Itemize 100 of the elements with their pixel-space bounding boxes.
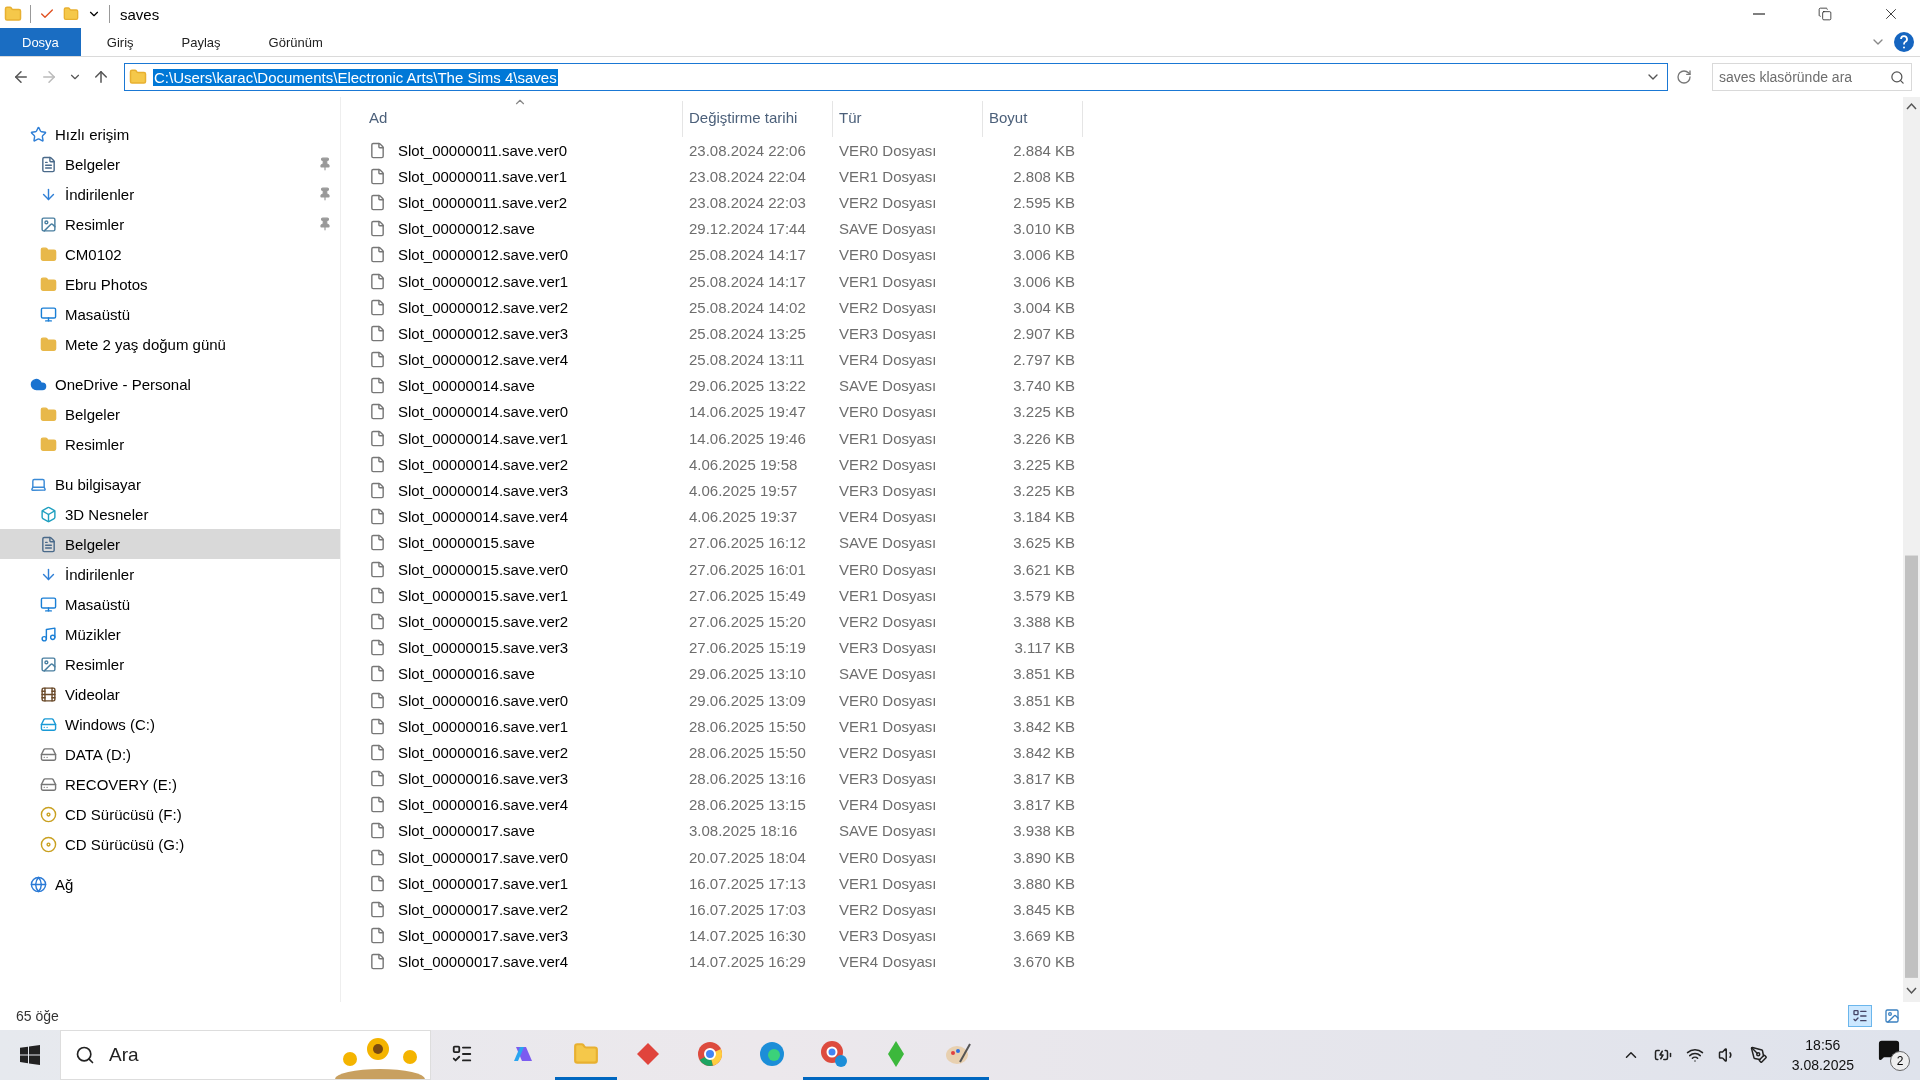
column-header[interactable]: Tür: [833, 101, 983, 137]
file-name[interactable]: Slot_00000012.save.ver0: [392, 246, 569, 264]
sidebar-item[interactable]: Müzikler: [0, 619, 340, 649]
file-name[interactable]: Slot_00000016.save.ver0: [392, 691, 569, 709]
file-icon: [369, 429, 386, 447]
sidebar-item[interactable]: İndirilenler: [0, 559, 340, 589]
file-name[interactable]: Slot_00000011.save.ver2: [392, 193, 567, 211]
file-name[interactable]: Slot_00000017.save.ver1: [392, 874, 569, 892]
sidebar-item[interactable]: Mete 2 yaş doğum günü: [0, 329, 340, 359]
table-cell-text: 16.07.2025 17:13: [688, 874, 807, 892]
file-name[interactable]: Slot_00000014.save.ver2: [392, 455, 569, 473]
table-cell-text: 14.07.2025 16:29: [688, 953, 807, 971]
sidebar-item[interactable]: Hızlı erişim: [0, 119, 340, 149]
ribbon-tab[interactable]: Giriş: [84, 28, 156, 56]
file-name[interactable]: Slot_00000017.save.ver2: [392, 901, 569, 919]
sidebar-item[interactable]: Ağ: [0, 869, 340, 899]
window-title: saves: [120, 5, 160, 23]
column-header[interactable]: Değiştirme tarihi: [683, 101, 833, 137]
table-cell-text: 3.006 KB: [1012, 272, 1076, 290]
taskbar-search-field[interactable]: Ara: [60, 1030, 431, 1080]
table-cell-text: SAVE Dosyası: [838, 665, 938, 683]
file-name[interactable]: Slot_00000015.save.ver0: [392, 560, 569, 578]
clock[interactable]: 18:56 3.08.2025: [1781, 1035, 1864, 1075]
sidebar-item[interactable]: CM0102: [0, 239, 340, 269]
scrollbar[interactable]: [1903, 97, 1920, 1002]
file-name[interactable]: Slot_00000014.save.ver3: [392, 482, 569, 500]
wifi-icon[interactable]: [1685, 1046, 1704, 1064]
file-name[interactable]: Slot_00000014.save.ver1: [392, 429, 569, 447]
file-name[interactable]: Slot_00000012.save.ver1: [392, 272, 569, 290]
details-view-button[interactable]: [1848, 1005, 1872, 1027]
sidebar-item[interactable]: OneDrive - Personal: [0, 369, 340, 399]
help-icon[interactable]: [1894, 32, 1914, 52]
sidebar-item[interactable]: Belgeler: [0, 149, 340, 179]
table-cell-text: 3.669 KB: [1012, 927, 1076, 945]
ribbon-tab[interactable]: Görünüm: [246, 28, 345, 56]
file-name[interactable]: Slot_00000016.save.ver3: [392, 770, 569, 788]
file-name[interactable]: Slot_00000016.save: [392, 665, 535, 683]
file-name[interactable]: Slot_00000014.save.ver4: [392, 508, 569, 526]
sidebar-item[interactable]: CD Sürücüsü (G:): [0, 829, 340, 859]
file-name[interactable]: Slot_00000015.save.ver3: [392, 639, 569, 657]
document-icon: [40, 155, 57, 173]
folder-icon: [40, 405, 57, 423]
sidebar-item[interactable]: CD Sürücüsü (F:): [0, 799, 340, 829]
file-name[interactable]: Slot_00000015.save.ver1: [392, 586, 569, 604]
table-cell-text: 3.670 KB: [1012, 953, 1076, 971]
sidebar-item[interactable]: Resimler: [0, 429, 340, 459]
desktop-icon: [40, 595, 57, 613]
sidebar-item[interactable]: RECOVERY (E:): [0, 769, 340, 799]
sidebar-item[interactable]: Resimler: [0, 209, 340, 239]
file-name[interactable]: Slot_00000017.save.ver0: [392, 848, 569, 866]
file-name[interactable]: Slot_00000017.save.ver3: [392, 927, 569, 945]
sidebar-item[interactable]: 3D Nesneler: [0, 499, 340, 529]
sidebar-item[interactable]: Resimler: [0, 649, 340, 679]
sidebar-item[interactable]: Belgeler: [0, 529, 340, 559]
file-name[interactable]: Slot_00000012.save.ver4: [392, 351, 569, 369]
column-header[interactable]: Boyut: [983, 101, 1083, 137]
table-cell-text: 27.06.2025 16:12: [688, 534, 807, 552]
file-name[interactable]: Slot_00000012.save.ver3: [392, 324, 569, 342]
file-icon: [369, 560, 386, 578]
file-name[interactable]: Slot_00000014.save: [392, 377, 535, 395]
notification-button[interactable]: 2: [1878, 1039, 1910, 1071]
file-icon: [369, 586, 386, 604]
file-name[interactable]: Slot_00000016.save.ver4: [392, 796, 569, 814]
disc-icon: [40, 835, 57, 853]
sidebar-item[interactable]: Windows (C:): [0, 709, 340, 739]
file-name[interactable]: Slot_00000011.save.ver0: [392, 141, 567, 159]
pen-icon[interactable]: [1749, 1046, 1768, 1064]
ribbon-tab[interactable]: Dosya: [0, 28, 81, 56]
table-cell-text: 14.07.2025 16:30: [688, 927, 807, 945]
sidebar-item[interactable]: Ebru Photos: [0, 269, 340, 299]
file-name[interactable]: Slot_00000015.save: [392, 534, 535, 552]
search-field[interactable]: saves klasöründe ara: [1712, 63, 1912, 91]
sidebar-item[interactable]: Bu bilgisayar: [0, 469, 340, 499]
file-name[interactable]: Slot_00000016.save.ver1: [392, 717, 569, 735]
file-name[interactable]: Slot_00000016.save.ver2: [392, 743, 569, 761]
sidebar-item[interactable]: Masaüstü: [0, 589, 340, 619]
sidebar-item[interactable]: DATA (D:): [0, 739, 340, 769]
file-name[interactable]: Slot_00000012.save.ver2: [392, 298, 569, 316]
sidebar-item[interactable]: İndirilenler: [0, 179, 340, 209]
table-cell-text: 3.579 KB: [1012, 586, 1076, 604]
table-cell-text: 3.851 KB: [1012, 665, 1076, 683]
table-cell-text: SAVE Dosyası: [838, 377, 938, 395]
table-cell-text: 23.08.2024 22:06: [688, 141, 807, 159]
sidebar-item[interactable]: Videolar: [0, 679, 340, 709]
file-icon: [369, 691, 386, 709]
file-name[interactable]: Slot_00000017.save.ver4: [392, 953, 569, 971]
address-field[interactable]: C:\Users\karac\Documents\Electronic Arts\The Sims 4\saves: [124, 63, 1668, 91]
windows-logo-icon: [20, 1045, 40, 1065]
file-name[interactable]: Slot_00000017.save: [392, 822, 535, 840]
file-name[interactable]: Slot_00000011.save.ver1: [392, 167, 567, 185]
ribbon-tab[interactable]: Paylaş: [159, 28, 243, 56]
file-name[interactable]: Slot_00000015.save.ver2: [392, 612, 569, 630]
file-name[interactable]: Slot_00000014.save.ver0: [392, 403, 569, 421]
table-cell-text: VER2 Dosyası: [838, 193, 938, 211]
file-icon: [369, 901, 386, 919]
sidebar-item[interactable]: Belgeler: [0, 399, 340, 429]
file-name[interactable]: Slot_00000012.save: [392, 220, 535, 238]
refresh-button[interactable]: [1674, 67, 1694, 87]
column-header[interactable]: Ad: [363, 101, 683, 137]
sidebar-item[interactable]: Masaüstü: [0, 299, 340, 329]
